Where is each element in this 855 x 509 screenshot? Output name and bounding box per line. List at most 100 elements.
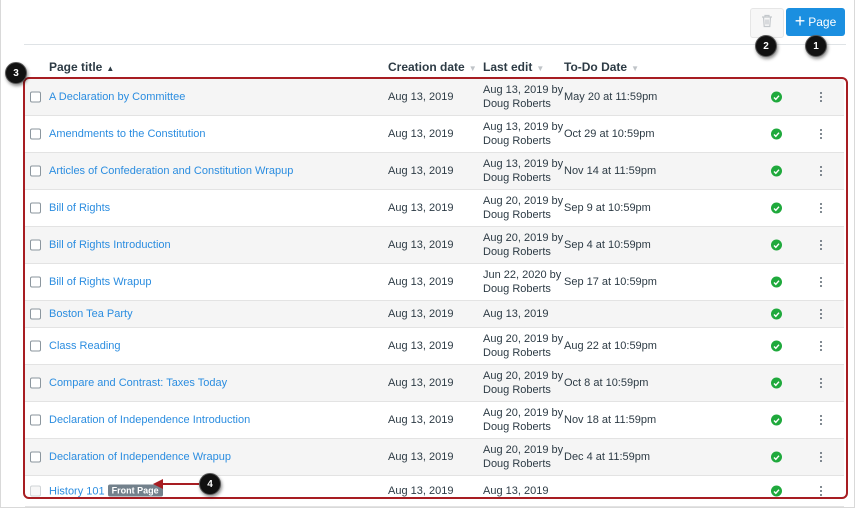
callout-3: 3	[5, 62, 27, 84]
page-title-link[interactable]: History 101 Front Page	[49, 484, 163, 498]
editor-name: Doug Roberts	[483, 347, 551, 359]
todo-date: May 20 at 11:59pm	[564, 91, 658, 103]
todo-date: Nov 14 at 11:59pm	[564, 165, 657, 177]
more-options-icon[interactable]	[818, 203, 824, 213]
more-options-icon[interactable]	[818, 92, 824, 102]
last-edit: Aug 20, 2019 by Doug Roberts	[483, 370, 564, 396]
page-title-link[interactable]: Boston Tea Party	[49, 308, 133, 320]
todo-date: Sep 17 at 10:59pm	[564, 276, 657, 288]
more-options-icon[interactable]	[818, 452, 824, 462]
page-title-link[interactable]: Bill of Rights Wrapup	[49, 276, 152, 288]
published-check-icon[interactable]	[771, 239, 782, 251]
row-checkbox[interactable]	[30, 308, 41, 320]
more-options-icon[interactable]	[818, 129, 824, 139]
row-checkbox[interactable]	[30, 451, 41, 463]
row-checkbox[interactable]	[30, 340, 41, 352]
page-title-link[interactable]: Bill of Rights Introduction	[49, 239, 171, 251]
callout-1: 1	[805, 35, 827, 57]
table-row: History 101 Front Page Aug 13, 2019 Aug 13,…	[25, 476, 844, 507]
table-row: Articles of Confederation and Constituti…	[25, 153, 844, 190]
more-options-icon[interactable]	[818, 415, 824, 425]
more-options-icon[interactable]	[818, 240, 824, 250]
column-header-title[interactable]: Page title ▲	[49, 60, 114, 74]
toolbar-divider	[24, 44, 846, 45]
add-page-button[interactable]: + Page	[786, 8, 845, 36]
callout-4: 4	[199, 473, 221, 495]
row-checkbox[interactable]	[30, 239, 41, 251]
more-options-icon[interactable]	[818, 309, 824, 319]
todo-date: Sep 4 at 10:59pm	[564, 239, 651, 251]
row-checkbox[interactable]	[30, 414, 41, 426]
creation-date: Aug 13, 2019	[388, 128, 454, 140]
row-checkbox[interactable]	[30, 165, 41, 177]
last-edit: Aug 13, 2019 by Doug Roberts	[483, 121, 564, 147]
delete-pages-button[interactable]	[750, 8, 784, 38]
more-options-icon[interactable]	[818, 166, 824, 176]
row-checkbox[interactable]	[30, 377, 41, 389]
row-checkbox[interactable]	[30, 202, 41, 214]
sort-icon: ▼	[536, 64, 545, 73]
editor-name: Doug Roberts	[483, 384, 551, 396]
more-options-icon[interactable]	[818, 378, 824, 388]
todo-date: Sep 9 at 10:59pm	[564, 202, 651, 214]
page-title-link[interactable]: Amendments to the Constitution	[49, 128, 206, 140]
more-options-icon[interactable]	[818, 486, 824, 496]
pages-table: A Declaration by Committee Aug 13, 2019 Au…	[25, 79, 844, 507]
published-check-icon[interactable]	[771, 128, 782, 140]
column-header-edited[interactable]: Last edit ▼	[483, 60, 544, 74]
last-edit: Aug 13, 2019 by Doug Roberts	[483, 158, 564, 184]
published-check-icon[interactable]	[771, 276, 782, 288]
row-checkbox[interactable]	[30, 91, 41, 103]
published-check-icon[interactable]	[771, 202, 782, 214]
creation-date: Aug 13, 2019	[388, 485, 454, 497]
table-row: Bill of Rights Wrapup Aug 13, 2019 Jun 22,…	[25, 264, 844, 301]
editor-name: Doug Roberts	[483, 209, 551, 221]
todo-date: Oct 8 at 10:59pm	[564, 377, 649, 389]
last-edit: Aug 20, 2019 by Doug Roberts	[483, 232, 564, 258]
creation-date: Aug 13, 2019	[388, 308, 454, 320]
table-row: Amendments to the Constitution Aug 13, 20…	[25, 116, 844, 153]
row-checkbox[interactable]	[30, 128, 41, 140]
add-page-label: Page	[808, 15, 837, 29]
creation-date: Aug 13, 2019	[388, 340, 454, 352]
page-title-link[interactable]: A Declaration by Committee	[49, 91, 185, 103]
published-check-icon[interactable]	[771, 308, 782, 320]
page-title-link[interactable]: Class Reading	[49, 340, 121, 352]
published-check-icon[interactable]	[771, 414, 782, 426]
todo-date: Nov 18 at 11:59pm	[564, 414, 657, 426]
todo-date: Aug 22 at 10:59pm	[564, 340, 657, 352]
creation-date: Aug 13, 2019	[388, 414, 454, 426]
page-title-link[interactable]: Bill of Rights	[49, 202, 110, 214]
editor-name: Doug Roberts	[483, 283, 551, 295]
published-check-icon[interactable]	[771, 340, 782, 352]
table-row: A Declaration by Committee Aug 13, 2019 Au…	[25, 79, 844, 116]
row-checkbox[interactable]	[30, 276, 41, 288]
published-check-icon[interactable]	[771, 377, 782, 389]
last-edit: Aug 20, 2019 by Doug Roberts	[483, 407, 564, 433]
last-edit: Jun 22, 2020 by Doug Roberts	[483, 269, 562, 295]
published-check-icon[interactable]	[771, 451, 782, 463]
last-edit: Aug 13, 2019 by Doug Roberts	[483, 84, 564, 110]
published-check-icon[interactable]	[771, 485, 782, 497]
column-header-todo[interactable]: To-Do Date ▼	[564, 60, 639, 74]
page-title-link[interactable]: Declaration of Independence Wrapup	[49, 451, 231, 463]
last-edit: Aug 20, 2019 by Doug Roberts	[483, 444, 564, 470]
callout-2: 2	[755, 35, 777, 57]
creation-date: Aug 13, 2019	[388, 202, 454, 214]
creation-date: Aug 13, 2019	[388, 239, 454, 251]
editor-name: Doug Roberts	[483, 172, 551, 184]
page-title-link[interactable]: Compare and Contrast: Taxes Today	[49, 377, 227, 389]
page-title-link[interactable]: Articles of Confederation and Constituti…	[49, 165, 293, 177]
editor-name: Doug Roberts	[483, 246, 551, 258]
editor-name: Doug Roberts	[483, 98, 551, 110]
trash-icon	[761, 14, 773, 33]
table-row: Boston Tea Party Aug 13, 2019 Aug 13, 2019	[25, 301, 844, 328]
more-options-icon[interactable]	[818, 277, 824, 287]
creation-date: Aug 13, 2019	[388, 451, 454, 463]
table-row: Declaration of Independence Introduction…	[25, 402, 844, 439]
published-check-icon[interactable]	[771, 91, 782, 103]
more-options-icon[interactable]	[818, 341, 824, 351]
page-title-link[interactable]: Declaration of Independence Introduction	[49, 414, 250, 426]
published-check-icon[interactable]	[771, 165, 782, 177]
column-header-created[interactable]: Creation date ▼	[388, 60, 477, 74]
